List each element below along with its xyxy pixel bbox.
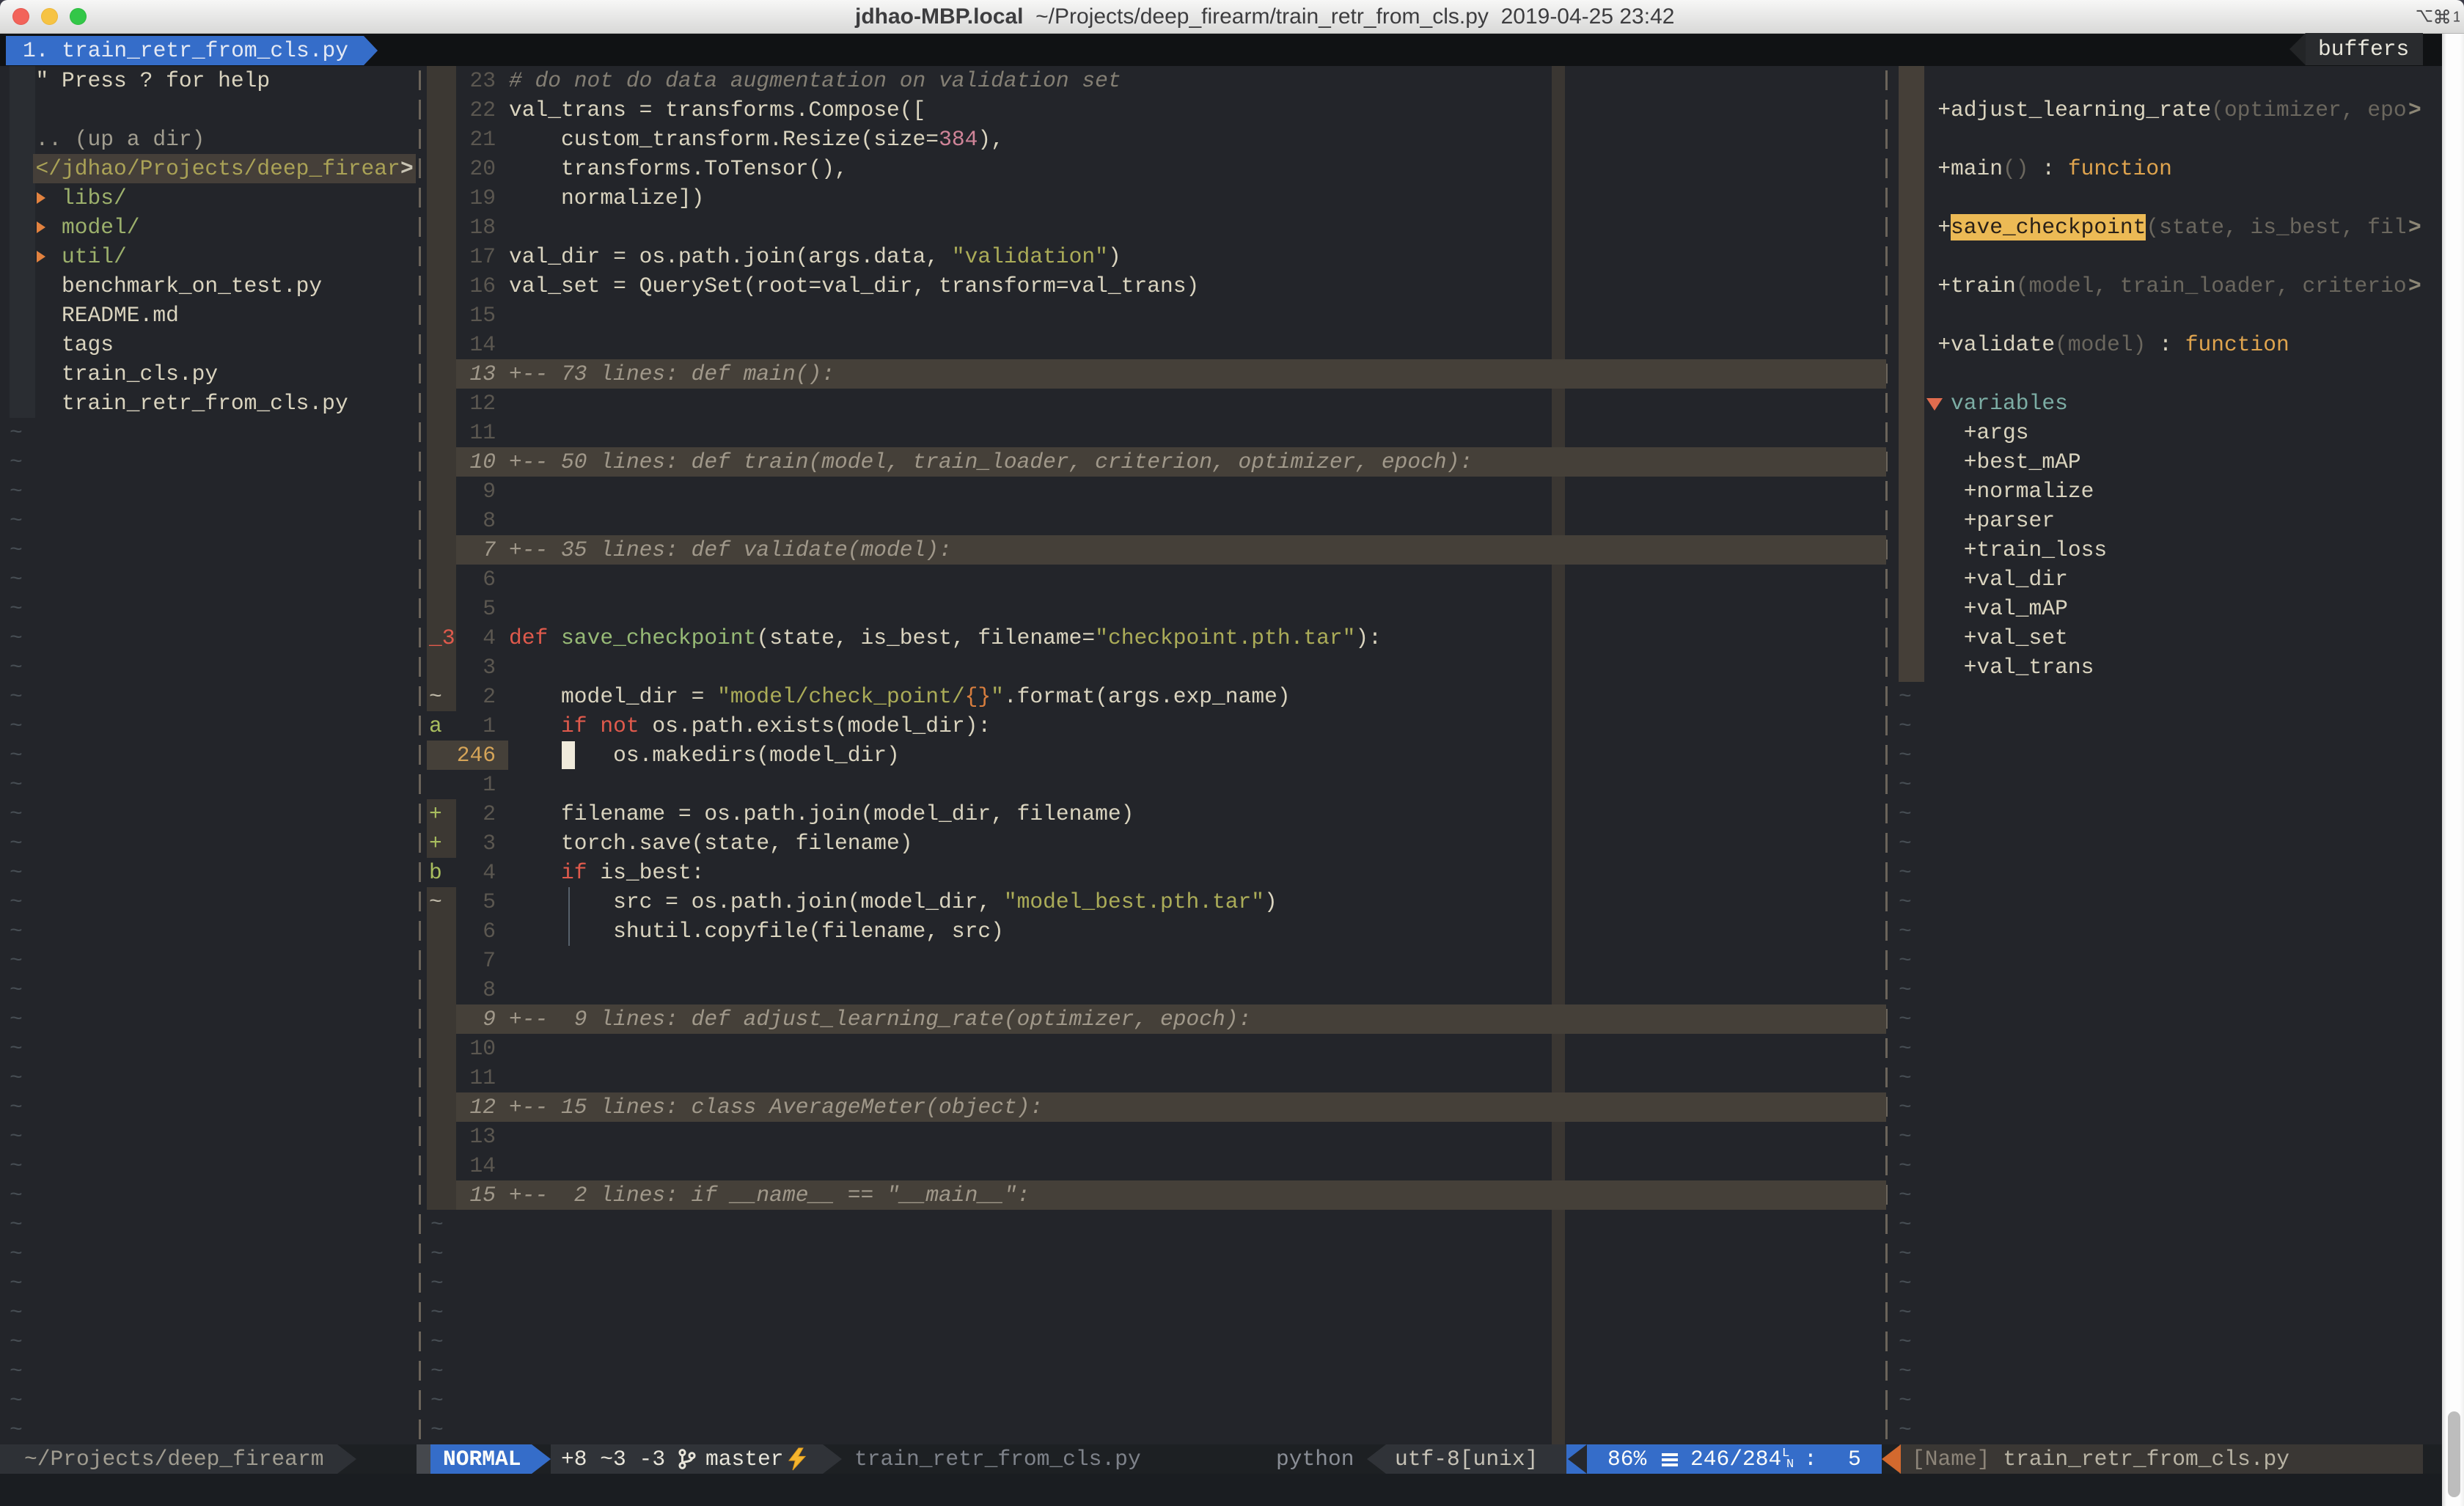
svg-text:1: 1 xyxy=(2453,10,2460,26)
